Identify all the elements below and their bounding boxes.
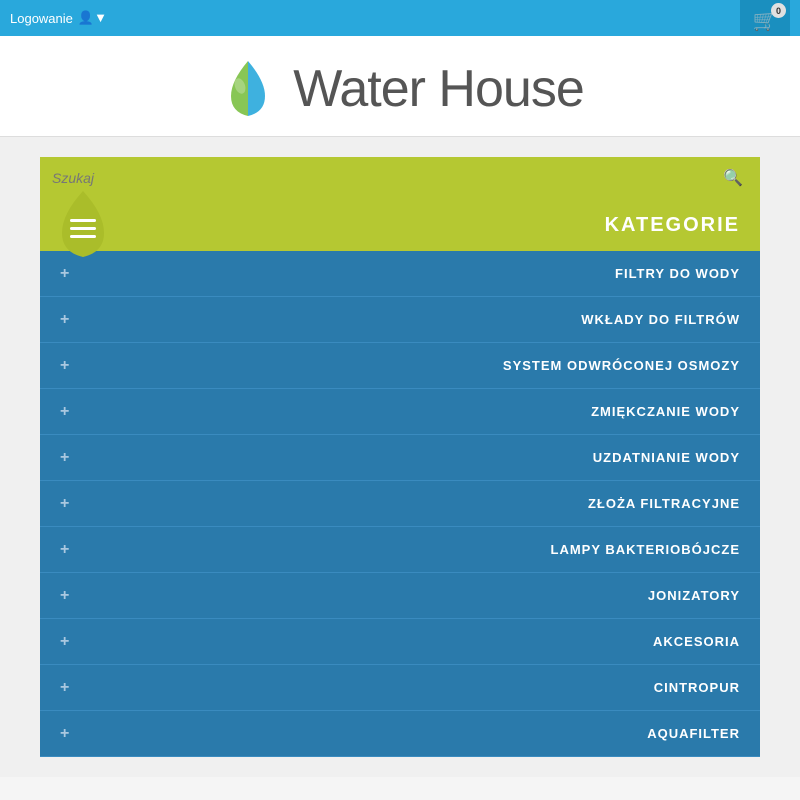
category-item[interactable]: + AQUAFILTER [40,711,760,757]
category-item[interactable]: + ZMIĘKCZANIE WODY [40,389,760,435]
category-item[interactable]: + ZŁOŻA FILTRACYJNE [40,481,760,527]
category-label: ZŁOŻA FILTRACYJNE [588,496,740,511]
search-input[interactable] [52,170,718,186]
login-button[interactable]: Logowanie 👤▼ [10,10,107,26]
category-expand-icon: + [60,311,69,329]
category-expand-icon: + [60,495,69,513]
menu-icon-drop[interactable] [40,189,125,261]
category-expand-icon: + [60,403,69,421]
search-icon: 🔍 [723,170,743,187]
category-item[interactable]: + LAMPY BAKTERIOBÓJCZE [40,527,760,573]
category-item[interactable]: + CINTROPUR [40,665,760,711]
cart-button[interactable]: 0 🛒 [740,0,790,36]
person-icon: 👤▼ [78,10,107,26]
categories-title: KATEGORIE [605,214,740,237]
logo-text: Water House [293,59,584,119]
category-expand-icon: + [60,587,69,605]
category-label: ZMIĘKCZANIE WODY [591,404,740,419]
category-header: KATEGORIE [40,199,760,251]
cart-badge: 0 [771,3,786,18]
category-item[interactable]: + AKCESORIA [40,619,760,665]
category-expand-icon: + [60,541,69,559]
category-label: AKCESORIA [653,634,740,649]
header: Water House [0,36,800,137]
category-label: FILTRY DO WODY [615,266,740,281]
category-label: WKŁADY DO FILTRÓW [581,312,740,327]
login-label: Logowanie [10,11,73,26]
category-expand-icon: + [60,357,69,375]
search-bar: 🔍 [40,157,760,199]
logo-icon [216,56,281,121]
category-label: CINTROPUR [654,680,740,695]
category-item[interactable]: + UZDATNIANIE WODY [40,435,760,481]
category-label: JONIZATORY [648,588,740,603]
category-expand-icon: + [60,633,69,651]
category-label: SYSTEM ODWRÓCONEJ OSMOZY [503,358,740,373]
category-expand-icon: + [60,449,69,467]
category-label: LAMPY BAKTERIOBÓJCZE [551,542,741,557]
category-item[interactable]: + WKŁADY DO FILTRÓW [40,297,760,343]
category-expand-icon: + [60,725,69,743]
category-expand-icon: + [60,679,69,697]
category-item[interactable]: + FILTRY DO WODY [40,251,760,297]
main-content: 🔍 KATEGORIE + [0,137,800,777]
category-item[interactable]: + SYSTEM ODWRÓCONEJ OSMOZY [40,343,760,389]
category-item[interactable]: + JONIZATORY [40,573,760,619]
category-expand-icon: + [60,265,69,283]
categories-container: KATEGORIE + FILTRY DO WODY + WKŁADY DO F… [40,199,760,757]
logo-container: Water House [216,56,584,121]
search-button[interactable]: 🔍 [718,163,748,193]
top-bar: Logowanie 👤▼ 0 🛒 [0,0,800,36]
category-label: UZDATNIANIE WODY [593,450,740,465]
category-list: + FILTRY DO WODY + WKŁADY DO FILTRÓW + S… [40,251,760,757]
category-label: AQUAFILTER [647,726,740,741]
